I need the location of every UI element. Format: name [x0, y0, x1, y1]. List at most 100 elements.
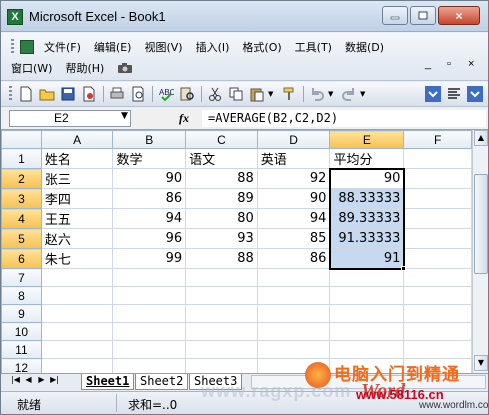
select-all-corner[interactable] [1, 130, 42, 149]
cell-c12[interactable] [185, 358, 258, 373]
cell-f5[interactable] [403, 228, 472, 249]
menu-help[interactable]: 帮助(H) [65, 60, 104, 76]
cell-b5[interactable]: 96 [112, 228, 187, 249]
menu-window[interactable]: 窗口(W) [11, 60, 52, 76]
cell-a4[interactable]: 王五 [40, 208, 114, 229]
column-header-e[interactable]: E [329, 130, 405, 149]
close-button[interactable]: × [438, 6, 480, 25]
column-header-b[interactable]: B [112, 130, 187, 149]
cell-d7[interactable] [256, 268, 331, 287]
camera-icon[interactable] [117, 62, 133, 74]
cell-d8[interactable] [256, 286, 331, 305]
cell-f6[interactable] [403, 248, 472, 269]
research-button[interactable] [177, 85, 196, 104]
cell-f8[interactable] [403, 286, 472, 305]
cell-b12[interactable] [112, 358, 187, 373]
cell-d3[interactable]: 90 [256, 188, 331, 209]
cell-c10[interactable] [185, 322, 258, 341]
menu-tools[interactable]: 工具(T) [295, 39, 332, 55]
cell-a8[interactable] [40, 286, 114, 305]
name-box[interactable]: E2 [9, 110, 131, 127]
cell-a5[interactable]: 赵六 [40, 228, 114, 249]
cell-f3[interactable] [403, 188, 472, 209]
cell-a2[interactable]: 张三 [40, 168, 114, 189]
cell-f2[interactable] [403, 168, 472, 189]
cell-d2[interactable]: 92 [256, 168, 331, 189]
cell-b6[interactable]: 99 [112, 248, 187, 269]
align-button[interactable] [444, 85, 463, 104]
undo-dropdown-icon[interactable]: ▼ [328, 90, 336, 98]
cell-c6[interactable]: 88 [185, 248, 258, 269]
cell-e1[interactable]: 平均分 [329, 148, 405, 169]
menu-edit[interactable]: 编辑(E) [94, 39, 132, 55]
cell-c4[interactable]: 80 [185, 208, 258, 229]
cell-e4[interactable]: 89.33333 [329, 208, 405, 229]
cell-c11[interactable] [185, 340, 258, 359]
last-sheet-icon[interactable]: ▶| [48, 375, 61, 384]
column-header-a[interactable]: A [40, 130, 114, 149]
cell-d9[interactable] [256, 304, 331, 323]
cell-c3[interactable]: 89 [185, 188, 258, 209]
row-header-5[interactable]: 5 [1, 228, 42, 249]
cell-d1[interactable]: 英语 [256, 148, 331, 169]
cell-b8[interactable] [112, 286, 187, 305]
cell-a9[interactable] [40, 304, 114, 323]
cell-b1[interactable]: 数学 [112, 148, 187, 169]
vertical-scrollbar[interactable]: ▲ ▼ [472, 130, 488, 373]
new-button[interactable] [16, 85, 35, 104]
toolbar-options-button[interactable] [423, 85, 442, 104]
maximize-button[interactable] [410, 6, 436, 25]
prev-sheet-icon[interactable]: ◀ [22, 375, 35, 384]
print-button[interactable] [107, 85, 126, 104]
row-header-8[interactable]: 8 [1, 286, 42, 305]
cell-f4[interactable] [403, 208, 472, 229]
cell-f7[interactable] [403, 268, 472, 287]
insert-function-icon[interactable]: fx [179, 111, 189, 126]
cell-c9[interactable] [185, 304, 258, 323]
cell-e2[interactable]: 90 [329, 168, 405, 189]
workbook-icon[interactable] [20, 40, 34, 54]
cell-f1[interactable] [403, 148, 472, 169]
doc-restore-button[interactable]: ▫ [447, 58, 451, 70]
paste-button[interactable] [247, 85, 266, 104]
cell-a11[interactable] [40, 340, 114, 359]
cell-e6[interactable]: 91 [329, 248, 405, 269]
cell-d6[interactable]: 86 [256, 248, 331, 269]
cell-e5[interactable]: 91.33333 [329, 228, 405, 249]
cell-a3[interactable]: 李四 [40, 188, 114, 209]
column-header-d[interactable]: D [256, 130, 331, 149]
scroll-thumb[interactable] [474, 174, 488, 274]
open-button[interactable] [37, 85, 56, 104]
cell-e8[interactable] [329, 286, 405, 305]
cell-e3[interactable]: 88.33333 [329, 188, 405, 209]
excel-app-icon[interactable]: X [7, 9, 23, 25]
cell-d10[interactable] [256, 322, 331, 341]
redo-button[interactable] [339, 85, 358, 104]
row-header-7[interactable]: 7 [1, 268, 42, 287]
spelling-button[interactable]: ABC [156, 85, 175, 104]
formatting-options-button[interactable] [465, 85, 484, 104]
cell-b7[interactable] [112, 268, 187, 287]
menu-format[interactable]: 格式(O) [242, 39, 281, 55]
cell-a7[interactable] [40, 268, 114, 287]
cell-c8[interactable] [185, 286, 258, 305]
first-sheet-icon[interactable]: |◀ [9, 375, 22, 384]
cell-a10[interactable] [40, 322, 114, 341]
row-header-10[interactable]: 10 [1, 322, 42, 341]
cell-f9[interactable] [403, 304, 472, 323]
print-preview-button[interactable] [128, 85, 147, 104]
column-header-f[interactable]: F [403, 130, 472, 149]
copy-button[interactable] [226, 85, 245, 104]
formula-input[interactable]: =AVERAGE(B2,C2,D2) [202, 110, 486, 127]
scroll-up-button[interactable]: ▲ [474, 130, 488, 146]
menu-view[interactable]: 视图(V) [144, 39, 182, 55]
redo-dropdown-icon[interactable]: ▼ [360, 90, 368, 98]
format-painter-button[interactable] [279, 85, 298, 104]
cell-b9[interactable] [112, 304, 187, 323]
cell-d4[interactable]: 94 [256, 208, 331, 229]
row-header-12[interactable]: 12 [1, 358, 42, 373]
row-header-6[interactable]: 6 [1, 248, 42, 269]
tab-sheet2[interactable]: Sheet2 [135, 374, 189, 390]
cell-c2[interactable]: 88 [185, 168, 258, 189]
cell-e10[interactable] [329, 322, 405, 341]
